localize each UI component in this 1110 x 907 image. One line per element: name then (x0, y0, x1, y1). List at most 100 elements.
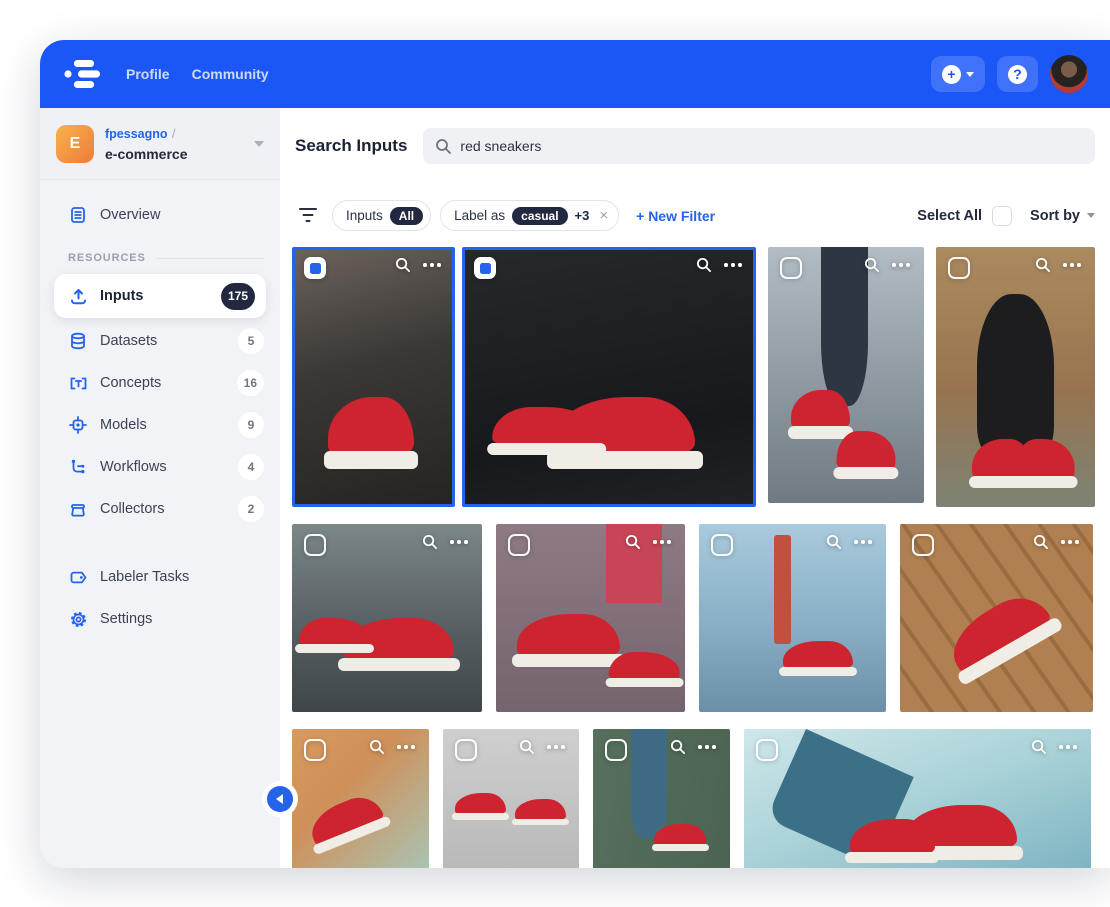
zoom-icon[interactable] (864, 257, 880, 273)
project-owner: fpessagno (105, 127, 168, 141)
tile-checkbox-checked[interactable] (304, 257, 326, 279)
input-tile[interactable] (292, 247, 455, 507)
select-all-checkbox[interactable] (992, 206, 1012, 226)
sidebar-item-settings[interactable]: Settings (40, 598, 280, 640)
sidebar-item-label: Models (100, 417, 147, 433)
tile-checkbox[interactable] (756, 739, 778, 761)
more-options-icon[interactable] (854, 535, 874, 549)
more-options-icon[interactable] (1063, 258, 1083, 272)
more-options-icon[interactable] (653, 535, 673, 549)
tile-checkbox[interactable] (948, 257, 970, 279)
tile-checkbox[interactable] (912, 534, 934, 556)
sidebar-item-labeler-tasks[interactable]: Labeler Tasks (40, 556, 280, 598)
filter-pill-inputs[interactable]: Inputs All (332, 200, 431, 231)
project-name: e-commerce (105, 145, 188, 163)
help-button[interactable]: ? (997, 56, 1038, 92)
sidebar-item-inputs[interactable]: Inputs 175 (54, 274, 266, 318)
page-title: Search Inputs (295, 136, 407, 156)
more-options-icon[interactable] (1061, 535, 1081, 549)
input-tile[interactable] (900, 524, 1093, 712)
tile-checkbox[interactable] (304, 739, 326, 761)
zoom-icon[interactable] (369, 739, 385, 755)
filter-pill-label: Inputs (346, 208, 383, 223)
filter-pill-label-as[interactable]: Label as casual +3 × (440, 200, 619, 231)
sidebar-item-label: Workflows (100, 459, 167, 475)
tile-checkbox[interactable] (508, 534, 530, 556)
more-options-icon[interactable] (698, 740, 718, 754)
gear-icon (68, 609, 88, 629)
zoom-icon[interactable] (1031, 739, 1047, 755)
models-count-badge: 9 (238, 412, 264, 438)
main-content: Search Inputs Inputs All Label as casual (280, 108, 1110, 868)
search-bar[interactable] (423, 128, 1095, 164)
input-tile[interactable] (292, 729, 429, 868)
tile-checkbox[interactable] (455, 739, 477, 761)
zoom-icon[interactable] (519, 739, 535, 755)
top-nav-links: Profile Community (126, 66, 269, 82)
zoom-icon[interactable] (670, 739, 686, 755)
more-options-icon[interactable] (724, 258, 744, 272)
workflows-count-badge: 4 (238, 454, 264, 480)
tile-checkbox[interactable] (605, 739, 627, 761)
sort-by-dropdown[interactable]: Sort by (1030, 208, 1095, 224)
more-options-icon[interactable] (892, 258, 912, 272)
filter-pill-extra-count: +3 (575, 208, 590, 223)
more-options-icon[interactable] (547, 740, 567, 754)
chevron-down-icon (966, 72, 974, 77)
tile-checkbox[interactable] (711, 534, 733, 556)
tag-icon (68, 567, 88, 587)
zoom-icon[interactable] (1035, 257, 1051, 273)
more-options-icon[interactable] (450, 535, 470, 549)
more-options-icon[interactable] (397, 740, 417, 754)
input-tile[interactable] (936, 247, 1095, 507)
top-navigation-bar: Profile Community + ? (40, 40, 1110, 108)
filter-icon[interactable] (298, 208, 318, 224)
zoom-icon[interactable] (826, 534, 842, 550)
sidebar-item-label: Settings (100, 611, 152, 627)
app-window: Profile Community + ? E fpessagno / e-c (40, 40, 1110, 868)
nav-profile-link[interactable]: Profile (126, 66, 170, 82)
new-filter-button[interactable]: + New Filter (636, 208, 715, 224)
sidebar-item-models[interactable]: Models 9 (40, 404, 280, 446)
input-tile[interactable] (699, 524, 886, 712)
app-logo-icon[interactable] (64, 57, 104, 91)
document-icon (68, 205, 88, 225)
input-tile[interactable] (462, 247, 756, 507)
inputs-count-badge: 175 (221, 283, 255, 310)
inputs-grid (280, 231, 1110, 868)
input-tile[interactable] (768, 247, 924, 503)
tile-checkbox[interactable] (304, 534, 326, 556)
sidebar-item-collectors[interactable]: Collectors 2 (40, 488, 280, 530)
sidebar-item-datasets[interactable]: Datasets 5 (40, 320, 280, 362)
filter-pill-value-badge: All (390, 207, 423, 225)
sidebar-item-concepts[interactable]: Concepts 16 (40, 362, 280, 404)
concepts-count-badge: 16 (237, 370, 264, 396)
search-input[interactable] (460, 138, 1083, 154)
sidebar-item-overview[interactable]: Overview (40, 194, 280, 236)
input-tile[interactable] (292, 524, 482, 712)
tile-checkbox[interactable] (780, 257, 802, 279)
zoom-icon[interactable] (422, 534, 438, 550)
more-options-icon[interactable] (423, 258, 443, 272)
sidebar-item-workflows[interactable]: Workflows 4 (40, 446, 280, 488)
input-tile[interactable] (744, 729, 1091, 868)
collapse-sidebar-button[interactable] (267, 786, 293, 812)
input-tile[interactable] (496, 524, 685, 712)
add-resource-button[interactable]: + (931, 56, 985, 92)
more-options-icon[interactable] (1059, 740, 1079, 754)
zoom-icon[interactable] (1033, 534, 1049, 550)
input-tile[interactable] (443, 729, 579, 868)
project-separator: / (172, 127, 175, 141)
tile-checkbox-checked[interactable] (474, 257, 496, 279)
close-icon[interactable]: × (596, 207, 611, 224)
zoom-icon[interactable] (625, 534, 641, 550)
nav-community-link[interactable]: Community (192, 66, 269, 82)
project-selector[interactable]: E fpessagno / e-commerce (40, 108, 280, 180)
user-avatar[interactable] (1050, 55, 1088, 93)
zoom-icon[interactable] (696, 257, 712, 273)
database-icon (68, 331, 88, 351)
chip-icon (68, 415, 88, 435)
input-tile[interactable] (593, 729, 730, 868)
zoom-icon[interactable] (395, 257, 411, 273)
chevron-down-icon (254, 141, 264, 147)
